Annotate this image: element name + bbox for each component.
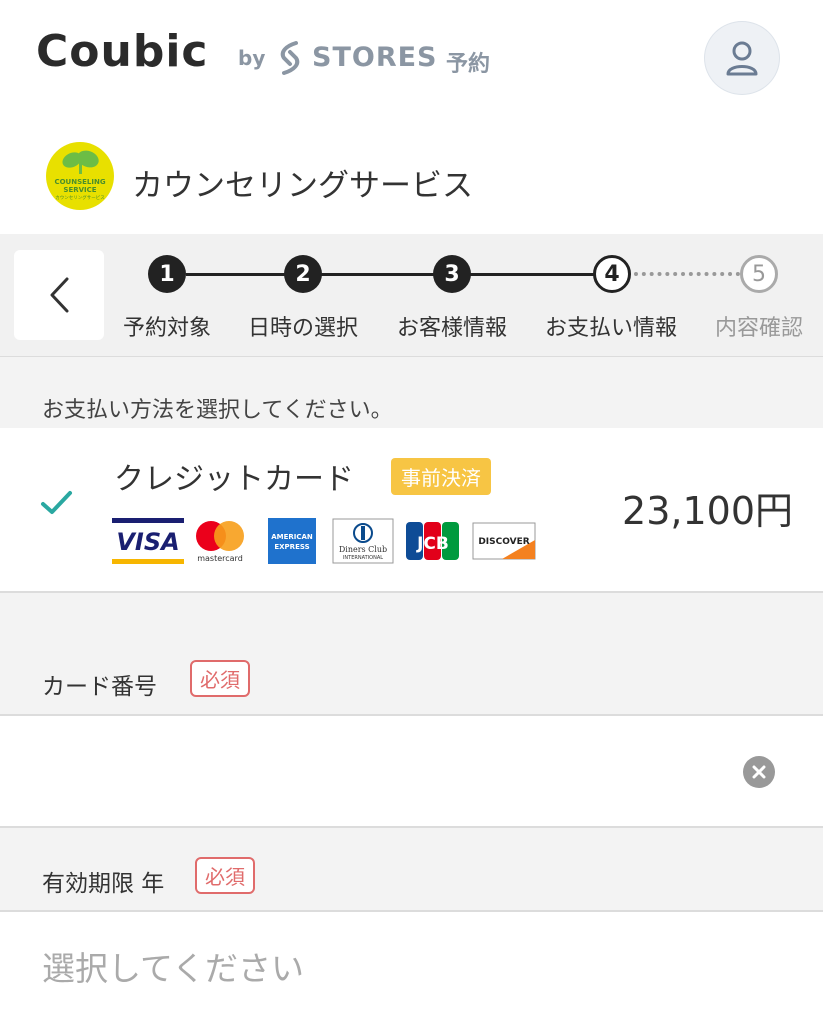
step-2-label: 日時の選択 (248, 316, 359, 341)
clear-card-number-button[interactable] (743, 756, 775, 788)
step-3-label: お客様情報 (397, 316, 508, 341)
chevron-left-icon (50, 277, 69, 313)
step-1-circle: 1 (148, 255, 186, 293)
expiry-year-placeholder: 選択してください (42, 949, 305, 988)
svg-text:INTERNATIONAL: INTERNATIONAL (343, 555, 383, 561)
svg-text:EXPRESS: EXPRESS (274, 543, 309, 551)
visa-icon: VISA (112, 518, 184, 564)
expiry-year-select[interactable]: 選択してください (0, 910, 823, 1032)
shop-logo: COUNSELING SERVICE カウンセリングサービス (46, 142, 114, 210)
step-connector-pending (634, 272, 740, 280)
svg-text:AMERICAN: AMERICAN (271, 533, 313, 541)
shop-name: カウンセリングサービス (132, 168, 473, 204)
user-account-button[interactable] (704, 21, 780, 95)
back-button[interactable] (14, 250, 104, 340)
check-icon (41, 491, 72, 514)
stores-logo-icon (280, 41, 300, 75)
card-number-required-badge: 必須 (190, 660, 250, 697)
app-header: Coubic by STORES 予約 (0, 0, 823, 118)
step-4-label: お支払い情報 (545, 316, 678, 341)
step-1-label: 予約対象 (123, 316, 212, 341)
payment-amount: 23,100円 (622, 489, 793, 533)
step-3-circle: 3 (433, 255, 471, 293)
card-number-input[interactable] (0, 714, 823, 828)
svg-text:VISA: VISA (116, 528, 179, 556)
logo-by-text: by (238, 46, 266, 70)
discover-icon: DISCOVER (472, 522, 536, 560)
step-4-circle: 4 (593, 255, 631, 293)
shop-logo-line3: カウンセリングサービス (55, 194, 105, 201)
shop-header: COUNSELING SERVICE カウンセリングサービス カウンセリングサー… (0, 118, 823, 234)
card-number-label: カード番号 (42, 674, 157, 700)
step-connector (186, 273, 602, 276)
svg-text:Diners Club: Diners Club (339, 545, 387, 554)
expiry-year-label: 有効期限 年 (42, 871, 165, 897)
mastercard-icon: mastercard (196, 521, 244, 563)
payment-method-credit-card[interactable]: クレジットカード 事前決済 VISA mastercard AMERICAN E… (0, 428, 823, 593)
shop-logo-line1: COUNSELING (54, 178, 105, 186)
coubic-logo[interactable]: Coubic (36, 26, 209, 77)
user-icon (726, 41, 758, 76)
svg-text:mastercard: mastercard (197, 554, 243, 563)
payment-method-name: クレジットカード (114, 462, 354, 497)
stores-logo-text: STORES (312, 42, 438, 73)
svg-text:JCB: JCB (416, 534, 449, 554)
amex-icon: AMERICAN EXPRESS (268, 518, 316, 564)
stores-logo-suffix: 予約 (446, 52, 491, 77)
svg-text:DISCOVER: DISCOVER (478, 537, 529, 547)
shop-logo-line2: SERVICE (63, 186, 96, 194)
expiry-year-required-badge: 必須 (195, 857, 255, 894)
close-icon (752, 765, 766, 779)
diners-club-icon: Diners Club INTERNATIONAL (332, 518, 394, 564)
step-2-circle: 2 (284, 255, 322, 293)
payment-prompt: お支払い方法を選択してください。 (42, 398, 393, 423)
step-5-label: 内容確認 (715, 316, 804, 341)
prepay-badge: 事前決済 (391, 458, 491, 495)
step-5-circle: 5 (740, 255, 778, 293)
jcb-icon: JCB (406, 522, 459, 560)
